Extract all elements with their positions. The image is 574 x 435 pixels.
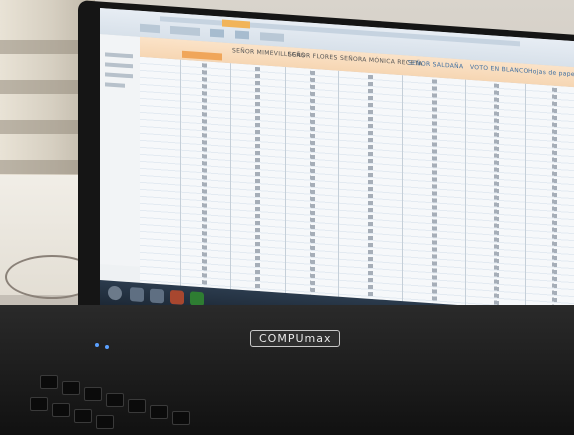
ribbon-button — [235, 30, 249, 40]
column-title: SEÑOR SALDAÑA — [408, 59, 464, 71]
keyboard-key — [172, 411, 190, 425]
active-tab-highlight — [222, 19, 250, 29]
selected-cell — [182, 50, 222, 61]
keyboard-key — [84, 387, 102, 401]
keyboard-key — [52, 403, 70, 417]
keyboard-key — [96, 415, 114, 429]
keyboard-key — [74, 409, 92, 423]
ribbon-button — [210, 28, 224, 38]
checkbox-column[interactable] — [255, 66, 260, 294]
grid-line — [338, 70, 339, 301]
keyboard-key — [62, 381, 80, 395]
column-title: Hojas de papel rompe — [528, 67, 574, 80]
keyboard-key — [150, 405, 168, 419]
checkbox-column[interactable] — [552, 87, 557, 314]
laptop-base — [0, 305, 574, 435]
grid-line — [465, 79, 466, 310]
keyboard-key — [30, 397, 48, 411]
ribbon-tab — [170, 25, 200, 36]
nav-item — [105, 52, 133, 59]
grid-line — [230, 63, 231, 294]
taskbar-app-icon[interactable] — [130, 287, 144, 303]
taskbar-app-icon[interactable] — [150, 288, 164, 304]
nav-item — [105, 62, 133, 69]
keyboard-key — [106, 393, 124, 407]
grid-line — [180, 59, 181, 290]
nav-item — [105, 72, 133, 79]
navigation-pane — [100, 34, 141, 267]
ribbon-tab — [260, 32, 284, 42]
checkbox-column[interactable] — [310, 70, 315, 298]
status-led — [105, 345, 109, 349]
data-grid — [140, 56, 574, 318]
checkbox-column[interactable] — [432, 79, 437, 306]
column-title: VOTO EN BLANCO — [470, 63, 529, 75]
brand-logo: COMPUmax — [250, 330, 341, 347]
column-title: SEÑOR FLORES — [288, 51, 338, 62]
keyboard-key — [128, 399, 146, 413]
grid-line — [402, 75, 403, 306]
nav-item — [105, 82, 125, 88]
grid-line — [285, 66, 286, 298]
checkbox-column[interactable] — [202, 63, 207, 290]
taskbar-app-icon[interactable] — [170, 289, 184, 305]
checkbox-column[interactable] — [494, 83, 499, 310]
keyboard-key — [40, 375, 58, 389]
ribbon-tab — [140, 23, 160, 34]
grid-line — [525, 83, 526, 314]
start-icon[interactable] — [108, 285, 122, 301]
laptop-screen: SEÑOR MIMEVILLEGAS SEÑOR FLORES SEÑORA M… — [100, 8, 574, 342]
status-led — [95, 343, 99, 347]
checkbox-column[interactable] — [368, 74, 373, 302]
